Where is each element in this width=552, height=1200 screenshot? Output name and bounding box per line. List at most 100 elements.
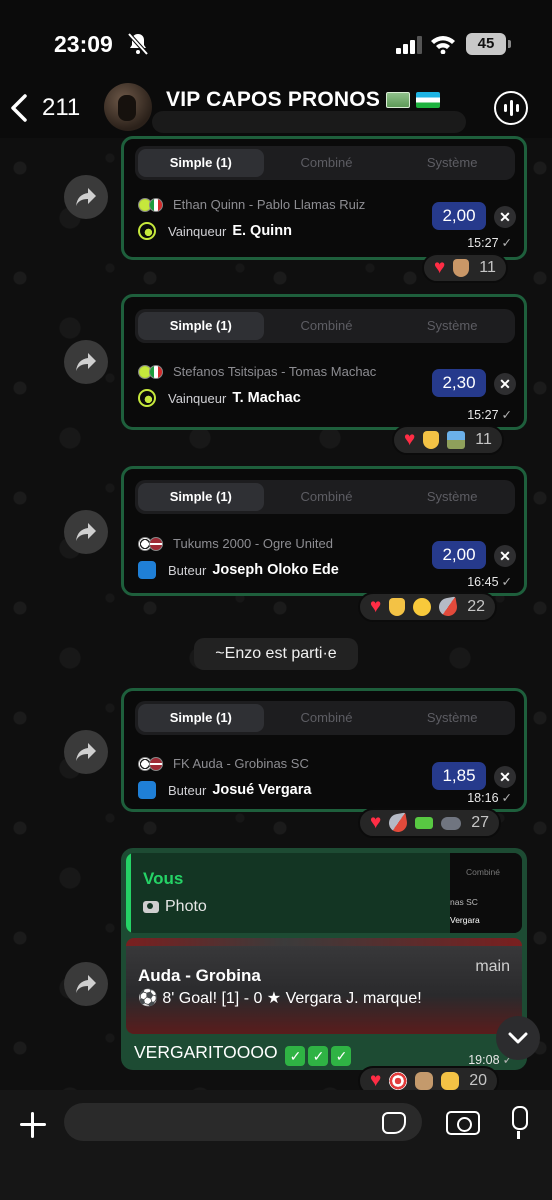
voice-chat-button[interactable]	[494, 91, 528, 125]
uzbekistan-flag-emoji	[416, 92, 441, 109]
water-pistol-emoji	[415, 817, 434, 829]
bet-card[interactable]: Simple (1) Combiné Système FK Auda - Gro…	[121, 688, 527, 812]
thumb-tab-label: Combiné	[466, 867, 501, 877]
tab-systeme[interactable]: Système	[389, 312, 515, 340]
reactions-bar[interactable]: ♥ 11	[422, 253, 508, 283]
chevron-left-icon	[11, 94, 27, 122]
wifi-icon	[431, 36, 455, 54]
tab-simple[interactable]: Simple (1)	[138, 149, 264, 177]
check-icon: ✓	[501, 575, 512, 589]
notification-screenshot[interactable]: main Auda - Grobina ⚽ 8' Goal! [1] - 0 ★…	[126, 938, 522, 1034]
thumbs-up-emoji	[423, 431, 440, 449]
bet-row: Buteur Josué Vergara	[138, 781, 311, 799]
heart-emoji: ♥	[370, 596, 382, 617]
reactions-bar[interactable]: ♥ 11	[392, 425, 504, 455]
tab-simple[interactable]: Simple (1)	[138, 704, 264, 732]
message-time: 15:27 ✓	[467, 407, 512, 422]
selection-label: Joseph Oloko Ede	[212, 562, 339, 578]
chat-header: 211 VIP CAPOS PRONOS	[0, 78, 552, 138]
money-emoji	[386, 92, 411, 109]
bell-off-icon	[127, 32, 149, 56]
tab-simple[interactable]: Simple (1)	[138, 312, 264, 340]
thumb-player-label: Vergara	[450, 915, 480, 925]
sunglasses-emoji	[413, 598, 432, 616]
bet-card[interactable]: Simple (1) Combiné Système Ethan Quinn -…	[121, 136, 527, 260]
message-composer	[0, 1090, 552, 1200]
italy-flag-icon	[149, 197, 163, 212]
odds-badge: 2,30	[432, 369, 486, 397]
check-mark-emoji: ✓	[331, 1046, 352, 1066]
thumbs-up-emoji	[453, 259, 470, 277]
bet-type-tabs: Simple (1) Combiné Système	[135, 701, 515, 735]
cell-signal-icon	[396, 36, 422, 54]
heart-emoji: ♥	[404, 429, 416, 450]
tab-systeme[interactable]: Système	[389, 483, 515, 511]
match-row: Stefanos Tsitsipas - Tomas Machac	[138, 364, 376, 379]
close-icon: ✕	[494, 545, 516, 567]
rocket-emoji	[387, 812, 409, 834]
rocket-emoji	[437, 596, 459, 618]
reply-thumbnail: Combiné nas SC Vergara	[450, 853, 522, 933]
sport-flags	[138, 536, 163, 551]
battery-indicator: 45	[466, 33, 511, 55]
reaction-count: 11	[475, 431, 492, 448]
sport-flags	[138, 197, 163, 212]
tab-combine[interactable]: Combiné	[264, 312, 390, 340]
reply-photo-label: Photo	[165, 898, 207, 915]
group-name: VIP CAPOS PRONOS	[166, 88, 381, 111]
tab-combine[interactable]: Combiné	[264, 149, 390, 177]
heart-emoji: ♥	[370, 1070, 382, 1091]
reactions-bar[interactable]: ♥ 22	[358, 592, 498, 622]
railway-emoji	[447, 431, 466, 449]
tab-systeme[interactable]: Système	[389, 704, 515, 732]
match-name: Ethan Quinn - Pablo Llamas Ruiz	[173, 197, 366, 212]
forward-arrow-icon	[76, 353, 96, 371]
notification-title: Auda - Grobina	[138, 966, 261, 985]
sport-flags	[138, 364, 163, 379]
message-time: 15:27 ✓	[467, 235, 512, 250]
tab-simple[interactable]: Simple (1)	[138, 483, 264, 511]
close-icon: ✕	[494, 373, 516, 395]
target-emoji	[389, 1072, 408, 1090]
bet-row: Buteur Joseph Oloko Ede	[138, 561, 339, 579]
clock: 23:09	[54, 31, 113, 57]
forward-button[interactable]	[64, 340, 108, 384]
microphone-icon[interactable]	[506, 1106, 530, 1140]
selection-label: Josué Vergara	[212, 782, 312, 798]
forward-button[interactable]	[64, 510, 108, 554]
check-icon: ✓	[501, 791, 512, 805]
message-input[interactable]	[64, 1103, 422, 1141]
reply-accent-bar	[126, 853, 131, 933]
match-row: FK Auda - Grobinas SC	[138, 756, 309, 771]
selection-label: E. Quinn	[232, 223, 292, 239]
tab-combine[interactable]: Combiné	[264, 483, 390, 511]
bet-row: Vainqueur T. Machac	[138, 389, 301, 407]
back-button[interactable]: 211	[8, 86, 88, 130]
match-name: Stefanos Tsitsipas - Tomas Machac	[173, 364, 377, 379]
tab-systeme[interactable]: Système	[389, 149, 515, 177]
forward-button[interactable]	[64, 175, 108, 219]
bet-card[interactable]: Simple (1) Combiné Système Tukums 2000 -…	[121, 466, 527, 596]
match-row: Tukums 2000 - Ogre United	[138, 536, 333, 551]
group-title[interactable]: VIP CAPOS PRONOS	[166, 88, 441, 112]
reactions-bar[interactable]: ♥ 27	[358, 808, 502, 838]
redacted-subtitle	[152, 111, 466, 133]
quoted-reply[interactable]: Vous Photo Combiné nas SC Vergara	[126, 853, 522, 933]
camera-icon[interactable]	[446, 1111, 480, 1135]
forward-button[interactable]	[64, 962, 108, 1006]
forward-button[interactable]	[64, 730, 108, 774]
check-mark-emoji: ✓	[308, 1046, 329, 1066]
reaction-count: 27	[471, 814, 490, 831]
group-avatar[interactable]	[104, 83, 152, 131]
goal-icon	[138, 781, 156, 799]
bet-row: Vainqueur E. Quinn	[138, 222, 292, 240]
tab-combine[interactable]: Combiné	[264, 704, 390, 732]
message-bubble[interactable]: Vous Photo Combiné nas SC Vergara main A…	[121, 848, 527, 1070]
tennis-icon	[138, 389, 156, 407]
sport-flags	[138, 756, 163, 771]
reaction-count: 20	[469, 1072, 488, 1089]
bet-card[interactable]: Simple (1) Combiné Système Stefanos Tsit…	[121, 294, 527, 430]
attach-button[interactable]	[18, 1110, 48, 1140]
gamepad-emoji	[441, 816, 462, 830]
scroll-to-bottom-button[interactable]	[496, 1016, 540, 1060]
